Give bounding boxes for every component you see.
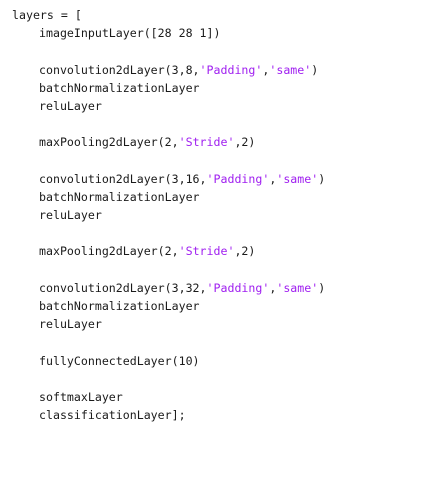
code-block: layers = [ imageInputLayer([28 28 1]) conv… [12, 6, 325, 424]
code-line: convolution2dLayer(3,8,'Padding','same') [12, 61, 325, 79]
code-token: batchNormalizationLayer [39, 80, 200, 95]
code-token: ,2) [234, 244, 256, 259]
code-token: layers = [ [12, 8, 82, 22]
code-line: batchNormalizationLayer [12, 297, 325, 315]
code-line: softmaxLayer [12, 388, 325, 406]
code-token: ,2) [234, 135, 256, 150]
code-token: ) [318, 280, 326, 295]
code-line: batchNormalizationLayer [12, 188, 325, 206]
code-token: batchNormalizationLayer [39, 299, 200, 313]
code-token: imageInputLayer([28 28 1]) [39, 26, 221, 41]
code-token: maxPooling2dLayer(2, [39, 135, 179, 150]
code-token: ) [311, 62, 319, 77]
code-token: softmaxLayer [39, 389, 123, 404]
code-editor[interactable]: layers = [ imageInputLayer([28 28 1]) conv… [0, 0, 432, 496]
string-literal: 'Stride' [178, 244, 235, 259]
code-token: convolution2dLayer(3,32, [39, 280, 207, 295]
code-token: fullyConnectedLayer(10) [39, 353, 200, 368]
string-literal: 'same' [269, 62, 312, 77]
code-line: reluLayer [12, 206, 325, 224]
string-literal: 'same' [276, 280, 319, 295]
code-token: batchNormalizationLayer [39, 189, 200, 204]
code-line: reluLayer [12, 315, 325, 333]
code-line: classificationLayer]; [12, 406, 325, 424]
code-token: reluLayer [39, 317, 102, 332]
string-literal: 'Stride' [178, 135, 235, 150]
string-literal: 'Padding' [206, 280, 270, 295]
code-token: convolution2dLayer(3,16, [39, 171, 207, 186]
code-token: reluLayer [39, 98, 102, 113]
code-token: reluLayer [39, 208, 102, 223]
code-line: convolution2dLayer(3,32,'Padding','same'… [12, 279, 325, 297]
code-token: maxPooling2dLayer(2, [39, 244, 179, 259]
string-literal: 'Padding' [206, 171, 270, 186]
code-line: reluLayer [12, 97, 325, 115]
code-line: layers = [ [12, 6, 325, 24]
code-line: convolution2dLayer(3,16,'Padding','same'… [12, 170, 325, 188]
code-token: ) [318, 171, 326, 186]
code-line: fullyConnectedLayer(10) [12, 352, 325, 370]
code-token: classificationLayer]; [39, 408, 186, 423]
string-literal: 'Padding' [199, 62, 263, 77]
string-literal: 'same' [276, 171, 319, 186]
code-line: imageInputLayer([28 28 1]) [12, 24, 325, 42]
code-line: batchNormalizationLayer [12, 79, 325, 97]
code-line: maxPooling2dLayer(2,'Stride',2) [12, 133, 325, 151]
code-token: convolution2dLayer(3,8, [39, 62, 200, 77]
code-line: maxPooling2dLayer(2,'Stride',2) [12, 242, 325, 260]
